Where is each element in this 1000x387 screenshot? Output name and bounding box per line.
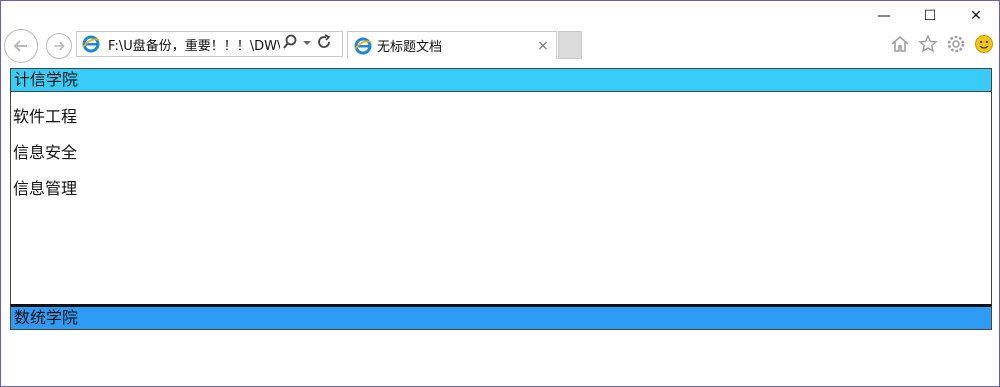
ie-logo-icon [80,33,102,55]
minimize-button[interactable]: — [861,1,907,31]
list-item: 软件工程 [13,107,78,126]
section-header-jixin: 计信学院 [10,68,992,92]
favorites-star-icon[interactable] [917,33,939,55]
address-text[interactable]: F:\U盘备份，重要！！！\DW\ [108,35,280,54]
list-item: 信息管理 [13,179,78,198]
settings-gear-icon[interactable] [945,33,967,55]
refresh-icon[interactable] [316,34,332,54]
section-body-jixin: 软件工程 信息安全 信息管理 [10,92,992,305]
dropdown-icon[interactable] [302,37,312,52]
section-header-shutong: 数统学院 [10,305,992,330]
smiley-feedback-icon[interactable] [973,33,995,55]
tab-close-button[interactable]: × [534,38,552,54]
close-window-button[interactable]: ✕ [953,1,999,31]
back-button[interactable] [4,29,38,63]
home-icon[interactable] [889,33,911,55]
page-content: 计信学院 软件工程 信息安全 信息管理 数统学院 [10,68,992,330]
back-arrow-icon [13,40,27,52]
tab-title: 无标题文档 [377,40,443,55]
toolbar-icons [889,29,995,59]
list-item: 信息安全 [13,143,78,162]
forward-button[interactable] [46,33,72,59]
forward-arrow-icon [54,41,65,51]
window-controls: — ☐ ✕ [861,1,999,31]
navigation-bar: F:\U盘备份，重要！！！\DW\ 无标题文档 × [1,29,1000,63]
ie-logo-icon [352,35,374,57]
search-icon[interactable] [282,34,298,54]
address-bar[interactable]: F:\U盘备份，重要！！！\DW\ [76,31,343,57]
new-tab-button[interactable] [558,31,582,59]
maximize-button[interactable]: ☐ [907,1,953,31]
tab-active[interactable]: 无标题文档 × [347,31,557,59]
browser-window: — ☐ ✕ F:\U盘备份，重要！！！\DW\ 无标题文档 × 计信学院 软件工… [0,0,1000,387]
